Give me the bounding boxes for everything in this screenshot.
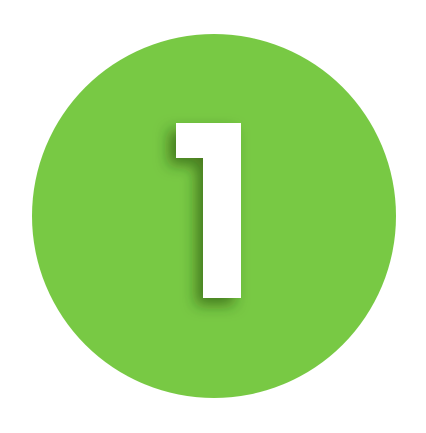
number-badge: 1	[0, 0, 426, 433]
digit-one-glyph: 1	[176, 123, 241, 298]
